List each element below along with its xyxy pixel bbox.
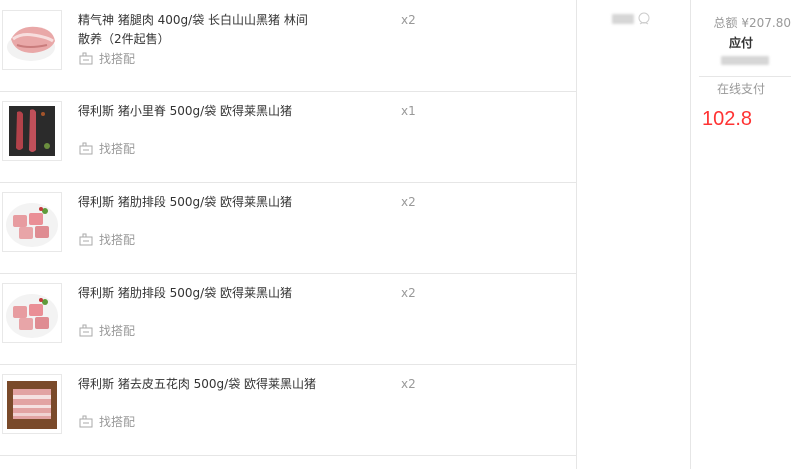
product-title[interactable]: 得利斯 猪肋排段 500g/袋 欧得莱黑山猪 (78, 284, 318, 303)
product-title[interactable]: 得利斯 猪肋排段 500g/袋 欧得莱黑山猪 (78, 193, 318, 212)
product-thumbnail[interactable] (2, 101, 62, 161)
column-divider (576, 0, 577, 469)
find-match-label: 找搭配 (99, 51, 136, 66)
product-thumbnail[interactable] (2, 10, 62, 70)
order-item-row: 得利斯 猪肋排段 500g/袋 欧得莱黑山猪 x2 找搭配 (0, 273, 576, 365)
seller-name-redacted (612, 14, 634, 24)
pork-leg-image (7, 26, 55, 61)
product-title[interactable]: 得利斯 猪小里脊 500g/袋 欧得莱黑山猪 (78, 102, 318, 121)
product-title[interactable]: 精气神 猪腿肉 400g/袋 长白山山黑猪 林间散养（2件起售） (78, 11, 318, 49)
quantity: x2 (401, 286, 416, 300)
find-match-button[interactable]: 找搭配 (79, 49, 159, 67)
quantity: x2 (401, 195, 416, 209)
find-match-button[interactable]: 找搭配 (79, 412, 159, 430)
pork-tenderloin-image (9, 106, 55, 156)
product-thumbnail[interactable] (2, 192, 62, 252)
payable-label: 应付 (728, 36, 753, 50)
product-title[interactable]: 得利斯 猪去皮五花肉 500g/袋 欧得莱黑山猪 (78, 375, 318, 394)
quantity: x2 (401, 377, 416, 391)
pork-belly-image (7, 381, 57, 429)
order-item-row: 精气神 猪腿肉 400g/袋 长白山山黑猪 林间散养（2件起售） x2 找搭配 (0, 0, 576, 92)
order-items-list: 精气神 猪腿肉 400g/袋 长白山山黑猪 林间散养（2件起售） x2 找搭配 … (0, 0, 576, 469)
seller-info[interactable] (612, 12, 651, 26)
quantity: x1 (401, 104, 416, 118)
find-match-label: 找搭配 (99, 323, 136, 338)
pork-ribs-image (6, 203, 58, 247)
payable-detail-redacted (721, 56, 769, 65)
pork-ribs-image (6, 294, 58, 338)
contact-seller-icon[interactable] (637, 12, 651, 26)
match-icon (79, 142, 93, 155)
match-icon (79, 52, 93, 65)
find-match-button[interactable]: 找搭配 (79, 230, 159, 248)
find-match-label: 找搭配 (99, 232, 136, 247)
total-amount: 总额 ¥207.80 (713, 16, 791, 30)
payment-method: 在线支付 (716, 82, 765, 96)
summary-divider (699, 76, 791, 77)
find-match-label: 找搭配 (99, 414, 136, 429)
product-thumbnail[interactable] (2, 374, 62, 434)
match-icon (79, 415, 93, 428)
find-match-button[interactable]: 找搭配 (79, 139, 159, 157)
find-match-button[interactable]: 找搭配 (79, 321, 159, 339)
order-item-row: 得利斯 猪肋排段 500g/袋 欧得莱黑山猪 x2 找搭配 (0, 182, 576, 274)
match-icon (79, 233, 93, 246)
order-summary: 总额 ¥207.80 应付 在线支付 102.8 (691, 0, 794, 469)
amount-due: 102.8 (702, 108, 753, 130)
product-thumbnail[interactable] (2, 283, 62, 343)
match-icon (79, 324, 93, 337)
quantity: x2 (401, 13, 416, 27)
order-item-row: 得利斯 猪去皮五花肉 500g/袋 欧得莱黑山猪 x2 找搭配 (0, 364, 576, 456)
order-item-row: 得利斯 猪小里脊 500g/袋 欧得莱黑山猪 x1 找搭配 (0, 91, 576, 183)
find-match-label: 找搭配 (99, 141, 136, 156)
